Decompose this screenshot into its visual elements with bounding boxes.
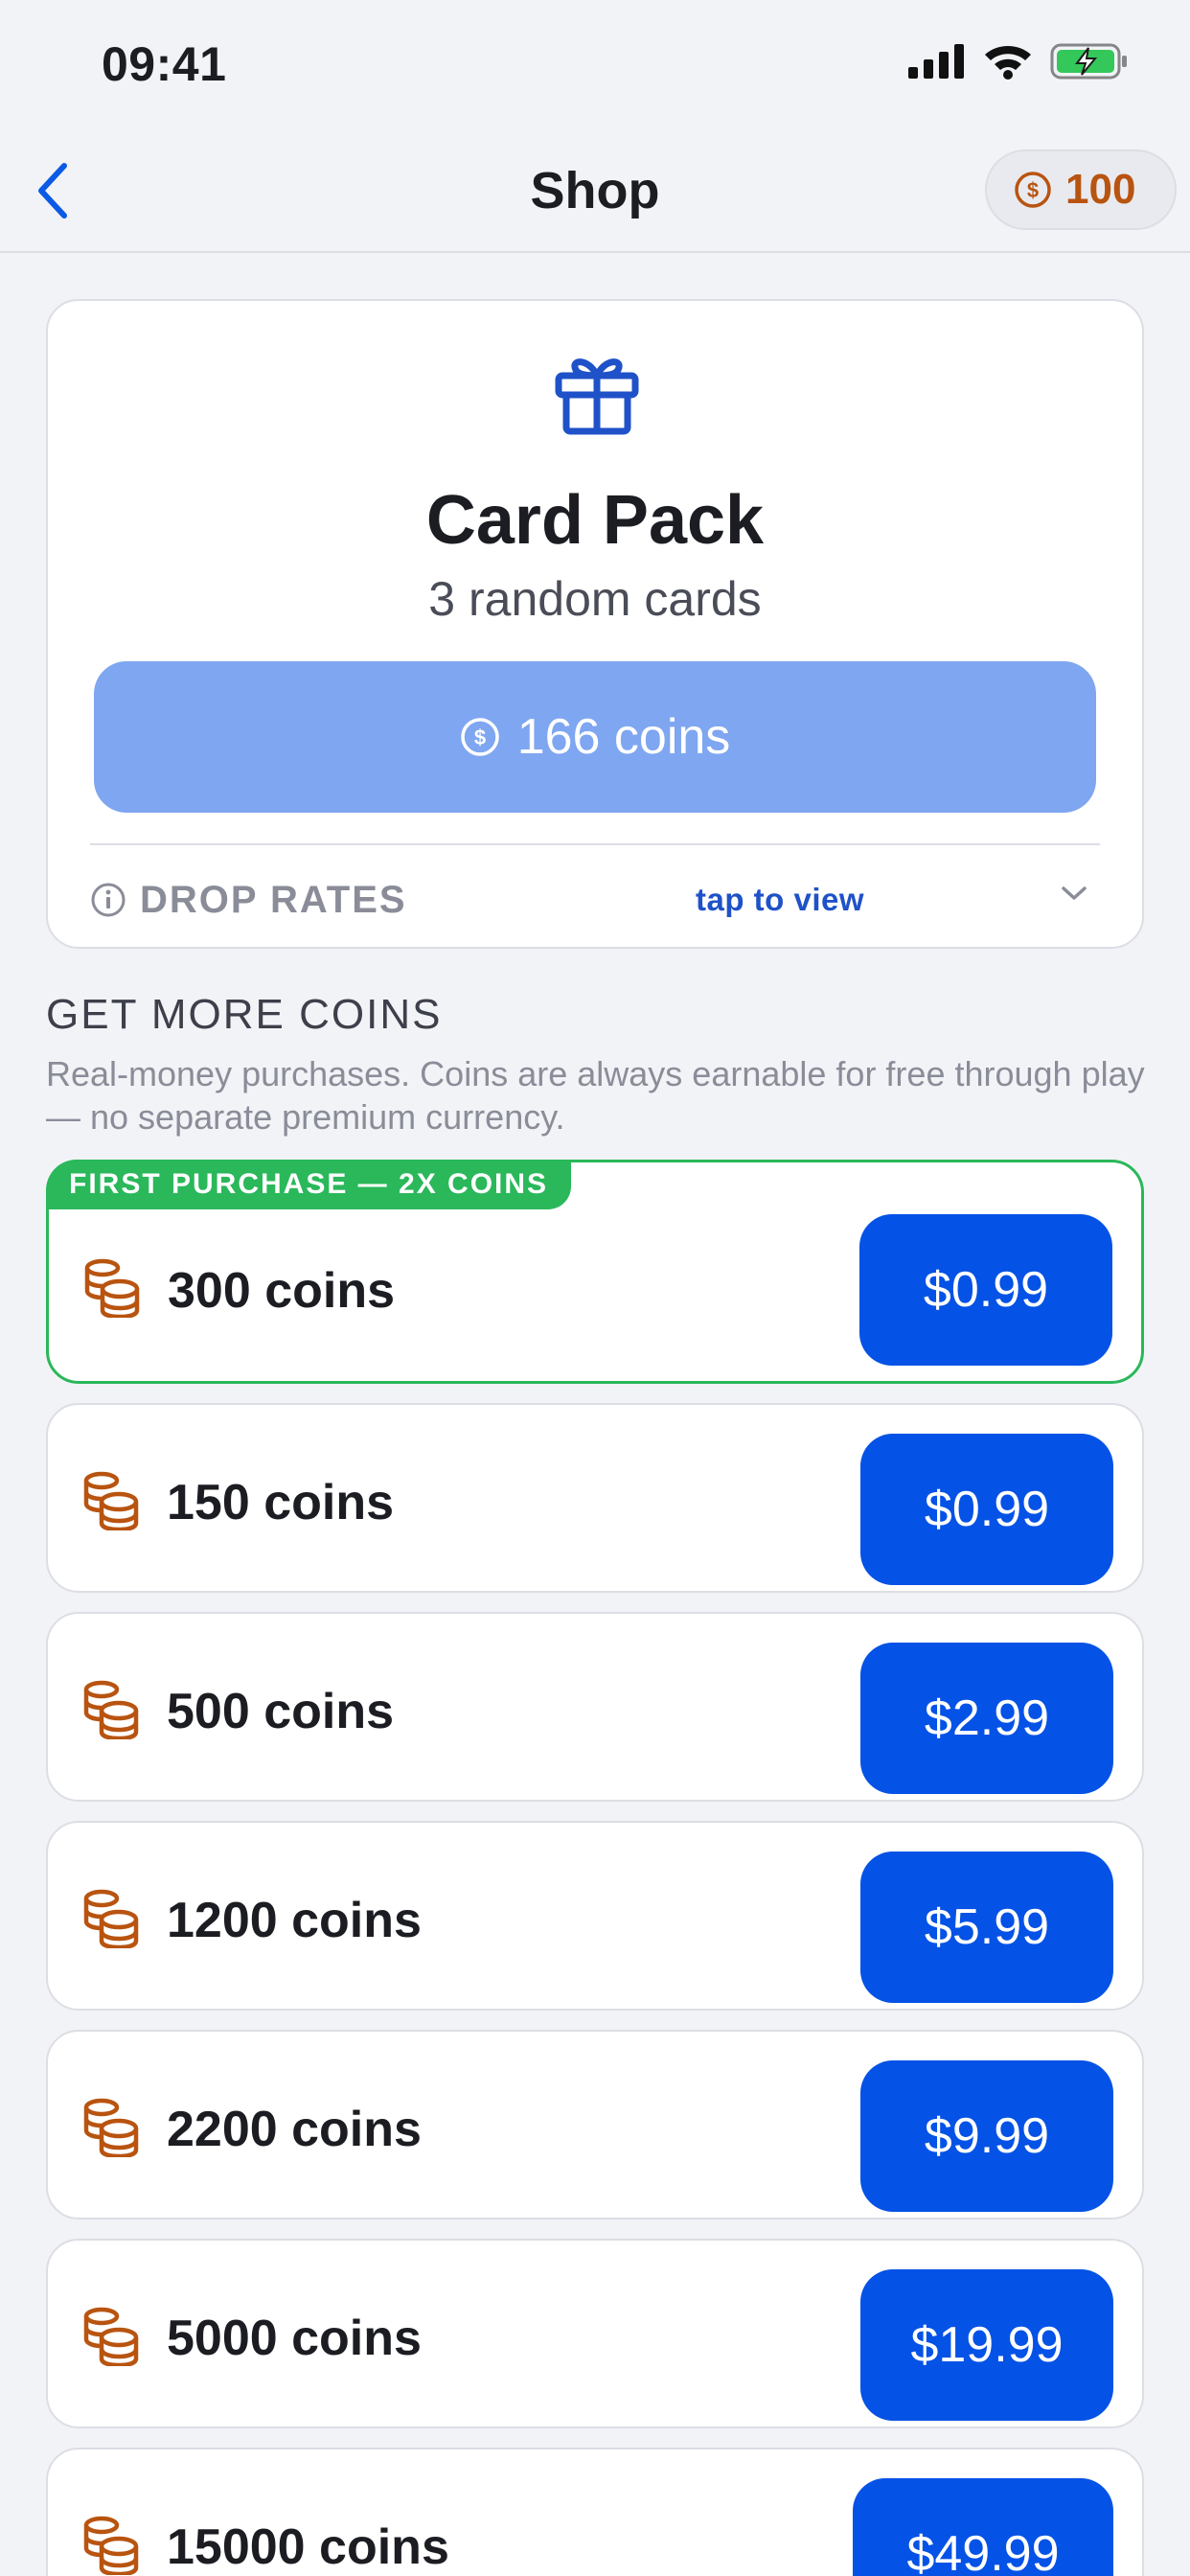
coin-offer-row: 150 coins $0.99 — [46, 1403, 1144, 1593]
coin-stack-icon — [83, 1680, 139, 1739]
coin-stack-icon — [83, 2098, 139, 2157]
coin-balance-value: 100 — [1065, 166, 1136, 213]
gift-icon — [555, 358, 639, 435]
card-pack-card: Card Pack 3 random cards $ 166 coins DRO… — [46, 299, 1144, 949]
drop-rates-toggle[interactable]: DROP RATES tap to view — [90, 866, 1100, 933]
buy-coins-button[interactable]: $5.99 — [860, 1852, 1113, 2003]
coin-offer-amount: 1200 coins — [167, 1893, 422, 1948]
coin-stack-icon — [83, 2516, 139, 2575]
buy-coins-button[interactable]: $49.99 — [853, 2478, 1113, 2576]
coin-offer-amount: 300 coins — [168, 1263, 396, 1319]
coin-offer-amount: 5000 coins — [167, 2311, 422, 2366]
battery-charging-icon — [1050, 43, 1127, 80]
status-icons — [908, 42, 1129, 80]
wifi-icon — [985, 46, 1031, 80]
coin-offer-row: 1200 coins $5.99 — [46, 1821, 1144, 2011]
drop-rates-label: DROP RATES — [140, 878, 407, 921]
buy-coins-button[interactable]: $0.99 — [860, 1434, 1113, 1585]
divider — [90, 843, 1100, 845]
status-bar: 09:41 — [0, 0, 1190, 128]
buy-coins-button[interactable]: $0.99 — [859, 1214, 1112, 1366]
status-time: 09:41 — [102, 37, 227, 91]
coin-offer-row: 500 coins $2.99 — [46, 1612, 1144, 1802]
nav-bar: Shop $ 100 — [0, 128, 1190, 253]
coin-balance-badge[interactable]: $ 100 — [985, 150, 1177, 230]
buy-coins-button[interactable]: $2.99 — [860, 1643, 1113, 1794]
coin-stack-icon — [83, 2307, 139, 2366]
buy-coins-button[interactable]: $9.99 — [860, 2060, 1113, 2212]
coin-offer-amount: 15000 coins — [167, 2519, 449, 2575]
coin-offer-amount: 500 coins — [167, 1684, 395, 1739]
pack-title: Card Pack — [425, 482, 765, 559]
info-icon — [91, 883, 126, 917]
dollar-coin-icon: $ — [1015, 172, 1051, 208]
buy-pack-button[interactable]: $ 166 coins — [94, 661, 1096, 813]
first-purchase-badge: FIRST PURCHASE — 2X COINS — [46, 1160, 572, 1209]
pack-subtitle: 3 random cards — [428, 572, 762, 626]
section-description: Real-money purchases. Coins are always e… — [46, 1054, 1145, 1137]
coin-stack-icon — [84, 1258, 140, 1318]
coin-offer-amount: 150 coins — [167, 1475, 395, 1530]
coin-offer-row: 2200 coins $9.99 — [46, 2030, 1144, 2220]
coin-offer-row: 15000 coins $49.99 — [46, 2448, 1144, 2576]
section-title: GET MORE COINS — [46, 991, 443, 1038]
coin-stack-icon — [83, 1471, 139, 1530]
buy-pack-label: 166 coins — [516, 709, 731, 765]
coin-offer-row: FIRST PURCHASE — 2X COINS 300 coins $0.9… — [46, 1160, 1144, 1384]
buy-coins-button[interactable]: $19.99 — [860, 2269, 1113, 2421]
svg-text:$: $ — [474, 725, 486, 749]
drop-rates-hint[interactable]: tap to view — [696, 882, 864, 918]
svg-text:$: $ — [1027, 178, 1039, 202]
coin-offer-amount: 2200 coins — [167, 2102, 422, 2157]
coin-stack-icon — [83, 1889, 139, 1948]
dollar-coin-icon: $ — [460, 718, 499, 756]
coin-offer-row: 5000 coins $19.99 — [46, 2239, 1144, 2428]
signal-icon — [908, 44, 964, 79]
chevron-down-icon — [1062, 886, 1087, 900]
